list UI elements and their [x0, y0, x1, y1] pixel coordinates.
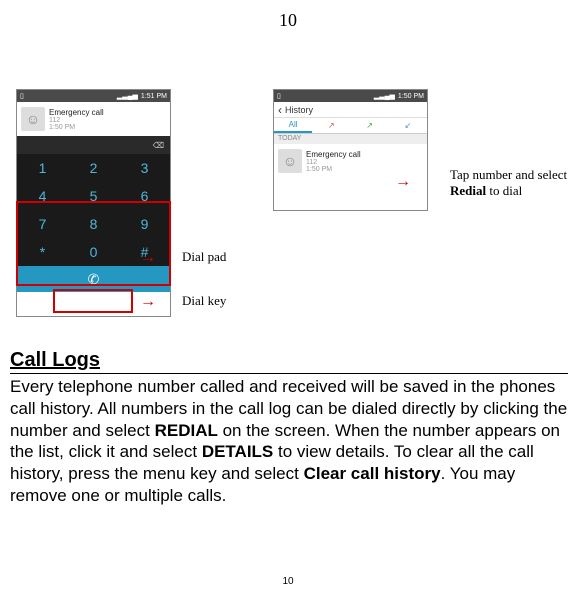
key-7[interactable]: 7: [17, 210, 68, 238]
contact-number: 112: [49, 117, 166, 124]
avatar-icon-2: ☺: [278, 149, 302, 173]
backspace-icon[interactable]: ⌫: [153, 141, 164, 150]
contact-info: Emergency call 112 1:50 PM: [49, 108, 166, 131]
label-dialpad: Dial pad: [182, 249, 226, 265]
history-contact-info: Emergency call 112 1:50 PM: [306, 150, 423, 173]
status-bar: ▯ ▂▃▄▅ 1:51 PM: [17, 90, 170, 102]
history-contact-number: 112: [306, 159, 423, 166]
recent-contact-row[interactable]: ☺ Emergency call 112 1:50 PM: [17, 102, 170, 136]
clock: 1:51 PM: [141, 93, 167, 100]
today-header: TODAY: [274, 134, 427, 144]
key-0[interactable]: 0: [68, 238, 119, 266]
arrow-dialkey: →: [140, 293, 156, 311]
history-title: History: [285, 105, 313, 115]
tab-all[interactable]: All: [274, 118, 312, 133]
history-contact-time: 1:50 PM: [306, 166, 423, 173]
phone-icon: ✆: [88, 271, 100, 288]
contact-name: Emergency call: [49, 108, 166, 117]
key-8[interactable]: 8: [68, 210, 119, 238]
label-dialkey: Dial key: [182, 293, 226, 309]
dialer-screenshot: ▯ ▂▃▄▅ 1:51 PM ☺ Emergency call 112 1:50…: [16, 89, 171, 317]
tab-incoming[interactable]: ↙: [389, 118, 427, 133]
input-display: ⌫: [17, 136, 170, 154]
history-screenshot: ▯ ▂▃▄▅ 1:50 PM ‹ History All ↗ ↗ ↙ TODAY…: [273, 89, 428, 211]
contact-time: 1:50 PM: [49, 124, 166, 131]
history-contact-name: Emergency call: [306, 150, 423, 159]
tab-missed[interactable]: ↗: [312, 118, 350, 133]
key-2[interactable]: 2: [68, 154, 119, 182]
tab-outgoing[interactable]: ↗: [351, 118, 389, 133]
avatar-icon: ☺: [21, 107, 45, 131]
signal-icon-2: ▂▃▄▅: [374, 92, 395, 100]
label-redial: Tap number and select Redial to dial: [450, 167, 570, 199]
key-6[interactable]: 6: [119, 182, 170, 210]
arrow-dialpad: →: [140, 249, 156, 267]
key-star[interactable]: *: [17, 238, 68, 266]
key-4[interactable]: 4: [17, 182, 68, 210]
key-5[interactable]: 5: [68, 182, 119, 210]
signal-icon: ▂▃▄▅: [117, 92, 138, 100]
body-paragraph: Every telephone number called and receiv…: [10, 376, 568, 507]
key-9[interactable]: 9: [119, 210, 170, 238]
back-icon[interactable]: ‹: [278, 103, 282, 117]
dial-button[interactable]: ✆: [17, 266, 170, 292]
arrow-redial: →: [395, 173, 411, 191]
key-3[interactable]: 3: [119, 154, 170, 182]
key-1[interactable]: 1: [17, 154, 68, 182]
sim-icon: ▯: [20, 92, 24, 100]
page-number-top: 10: [0, 0, 576, 31]
history-tabs: All ↗ ↗ ↙: [274, 118, 427, 134]
status-bar-2: ▯ ▂▃▄▅ 1:50 PM: [274, 90, 427, 102]
section-heading-call-logs: Call Logs: [10, 349, 568, 374]
clock-2: 1:50 PM: [398, 93, 424, 100]
page-number-bottom: 10: [0, 576, 576, 587]
history-titlebar: ‹ History: [274, 102, 427, 118]
sim-icon-2: ▯: [277, 92, 281, 100]
